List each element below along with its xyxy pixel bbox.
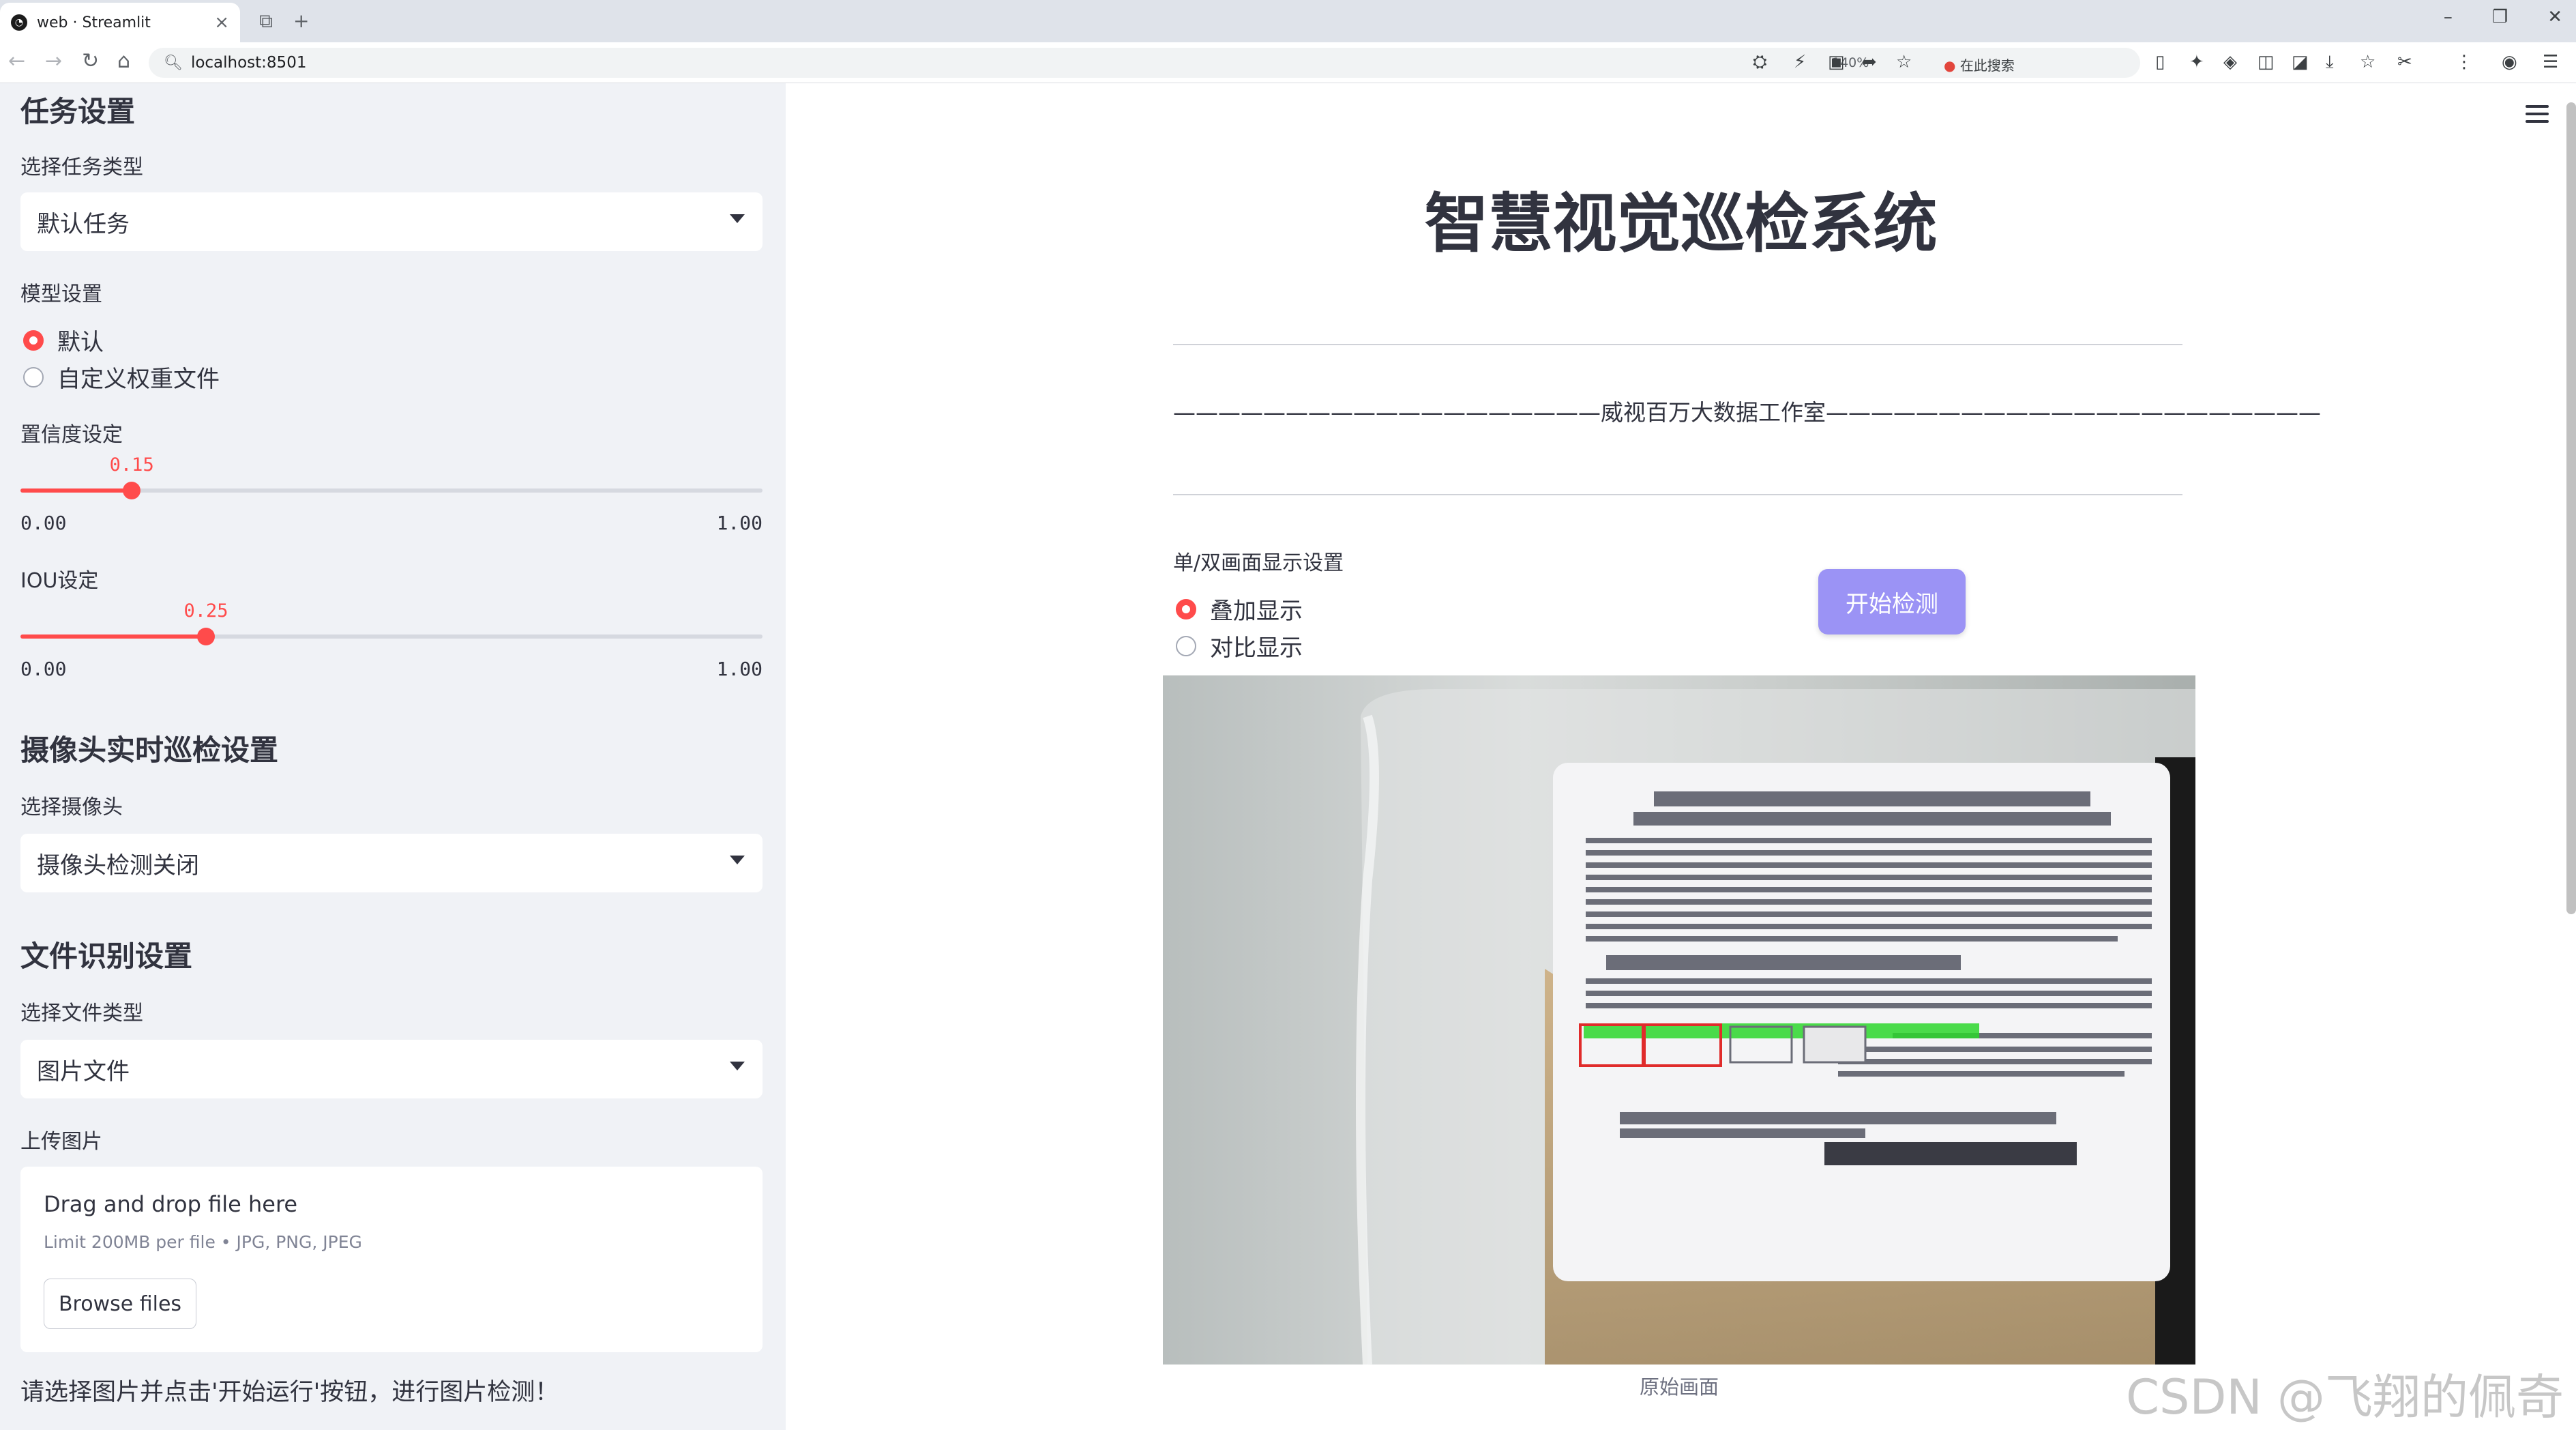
chevron-down-icon — [730, 214, 745, 223]
display-option-label: 叠加显示 — [1210, 598, 1303, 625]
iou-slider[interactable] — [20, 628, 763, 645]
sidebar-hint: 请选择图片并点击'开始运行'按钮，进行图片检测！ — [20, 1379, 559, 1406]
minimize-icon[interactable]: – — [2444, 7, 2453, 27]
share-icon[interactable]: ➦ — [1862, 52, 1877, 72]
model-option-default[interactable]: 默认 — [23, 323, 104, 357]
model-option-label: 默认 — [57, 329, 104, 356]
image-caption: 原始画面 — [1639, 1375, 1719, 1399]
close-window-icon[interactable]: ✕ — [2547, 7, 2562, 27]
iou-slider-fill — [20, 634, 206, 639]
detection-result-image — [1163, 675, 2195, 1365]
browser-menu-icon[interactable]: ☰ — [2543, 52, 2558, 72]
hamburger-menu-icon[interactable] — [2526, 105, 2549, 128]
search-chip-label: 在此搜索 — [1959, 57, 2015, 74]
uploader-limit: Limit 200MB per file • JPG, PNG, JPEG — [44, 1232, 362, 1252]
csdn-watermark: CSDN @飞翔的佩奇 — [2126, 1369, 2564, 1425]
model-option-label: 自定义权重文件 — [57, 366, 220, 393]
radio-checked-icon — [1176, 598, 1196, 619]
more-menu-icon[interactable]: ⋮ — [2455, 52, 2473, 72]
browser-tab-active[interactable]: ◔ web · Streamlit × — [0, 3, 240, 42]
task-type-label: 选择任务类型 — [20, 156, 143, 179]
studio-banner: ———————————————————威视百万大数据工作室———————————… — [1173, 399, 2321, 426]
extension-2-icon[interactable]: ◈ — [2223, 52, 2237, 72]
iou-min: 0.00 — [20, 658, 67, 680]
window-controls: – ❐ ✕ — [2444, 7, 2562, 27]
cut-icon[interactable]: ✂ — [2397, 52, 2412, 72]
upload-label: 上传图片 — [20, 1130, 102, 1154]
tab-title: web · Streamlit — [37, 14, 151, 31]
radio-checked-icon — [23, 330, 44, 351]
file-section-title: 文件识别设置 — [20, 939, 193, 973]
tab-close-icon[interactable]: × — [214, 12, 229, 33]
display-option-overlay[interactable]: 叠加显示 — [1176, 592, 1303, 626]
search-engine-icon: ● — [1944, 57, 1956, 74]
iou-max: 1.00 — [716, 658, 763, 680]
chevron-down-icon — [730, 856, 745, 864]
file-type-label: 选择文件类型 — [20, 1002, 143, 1025]
page-info-icon[interactable]: 🔍︎ — [164, 55, 183, 72]
iou-value: 0.25 — [183, 600, 228, 622]
task-type-value: 默认任务 — [37, 210, 130, 238]
browser-tab-strip: ◔ web · Streamlit × ⧉ + – ❐ ✕ — [0, 0, 2576, 42]
extension-3-icon[interactable]: ◫ — [2257, 52, 2275, 72]
browse-files-button[interactable]: Browse files — [44, 1279, 196, 1329]
reading-mode-icon[interactable]: ▯ — [2155, 52, 2165, 72]
start-detection-button[interactable]: 开始检测 — [1818, 569, 1966, 634]
confidence-slider[interactable] — [20, 482, 763, 499]
confidence-slider-thumb[interactable] — [123, 482, 141, 499]
result-image-illustration — [1163, 675, 2195, 1365]
search-engine-chip[interactable]: ● 在此搜索 — [1944, 55, 2015, 74]
screenshot-icon[interactable]: ▣ — [1828, 52, 1845, 72]
chevron-down-icon — [730, 1062, 745, 1070]
radio-unchecked-icon — [1176, 635, 1196, 656]
radio-unchecked-icon — [23, 366, 44, 388]
confidence-value: 0.15 — [109, 454, 154, 476]
model-label: 模型设置 — [20, 282, 102, 306]
browser-toolbar: ← → ↻ ⌂ 🔍︎ localhost:8501 140% ⛭ ⚡ ▣ ➦ ☆… — [0, 42, 2576, 83]
sidebar: 任务设置 选择任务类型 默认任务 模型设置 默认 自定义权重文件 置信度设定 0… — [0, 83, 786, 1430]
file-type-value: 图片文件 — [37, 1057, 130, 1085]
divider-top — [1173, 344, 2182, 345]
confidence-slider-fill — [20, 488, 132, 493]
bolt-icon[interactable]: ⚡ — [1794, 52, 1806, 72]
streamlit-favicon-icon: ◔ — [11, 14, 27, 31]
iou-label: IOU设定 — [20, 569, 99, 593]
translate-icon[interactable]: ⛭ — [1753, 52, 1767, 73]
new-tab-icon[interactable]: + — [293, 10, 309, 32]
camera-section-title: 摄像头实时巡检设置 — [20, 733, 279, 767]
iou-slider-thumb[interactable] — [197, 628, 215, 645]
file-uploader-dropzone[interactable]: Drag and drop file here Limit 200MB per … — [20, 1167, 763, 1352]
reload-icon[interactable]: ↻ — [82, 49, 99, 73]
confidence-label: 置信度设定 — [20, 423, 123, 447]
main-content: 智慧视觉巡检系统 ———————————————————威视百万大数据工作室——… — [786, 83, 2576, 1430]
task-type-select[interactable]: 默认任务 — [20, 192, 763, 251]
display-option-label: 对比显示 — [1210, 634, 1303, 662]
file-type-select[interactable]: 图片文件 — [20, 1040, 763, 1098]
download-icon[interactable]: ⤓ — [2326, 52, 2334, 73]
page-title: 智慧视觉巡检系统 — [1424, 187, 1938, 261]
address-text: localhost:8501 — [190, 54, 307, 72]
camera-select[interactable]: 摄像头检测关闭 — [20, 834, 763, 892]
model-option-custom[interactable]: 自定义权重文件 — [23, 360, 220, 394]
home-icon[interactable]: ⌂ — [117, 49, 130, 73]
display-mode-label: 单/双画面显示设置 — [1173, 551, 1344, 575]
task-section-title: 任务设置 — [20, 95, 136, 128]
camera-label: 选择摄像头 — [20, 796, 123, 819]
bookmark-star-icon[interactable]: ☆ — [1896, 52, 1912, 72]
confidence-min: 0.00 — [20, 512, 67, 534]
extension-4-icon[interactable]: ◪ — [2292, 52, 2309, 72]
forward-icon[interactable]: → — [45, 49, 62, 73]
favorites-icon[interactable]: ☆ — [2360, 52, 2375, 72]
camera-value: 摄像头检测关闭 — [37, 851, 199, 879]
profile-avatar-icon[interactable]: ◉ — [2502, 52, 2517, 72]
uploader-title: Drag and drop file here — [44, 1191, 298, 1217]
confidence-max: 1.00 — [716, 512, 763, 534]
back-icon[interactable]: ← — [8, 49, 25, 73]
divider-bottom — [1173, 494, 2182, 495]
tab-grid-icon[interactable]: ⧉ — [259, 10, 273, 33]
display-option-compare[interactable]: 对比显示 — [1176, 629, 1303, 662]
restore-icon[interactable]: ❐ — [2492, 7, 2508, 27]
extension-1-icon[interactable]: ✦ — [2189, 52, 2204, 72]
